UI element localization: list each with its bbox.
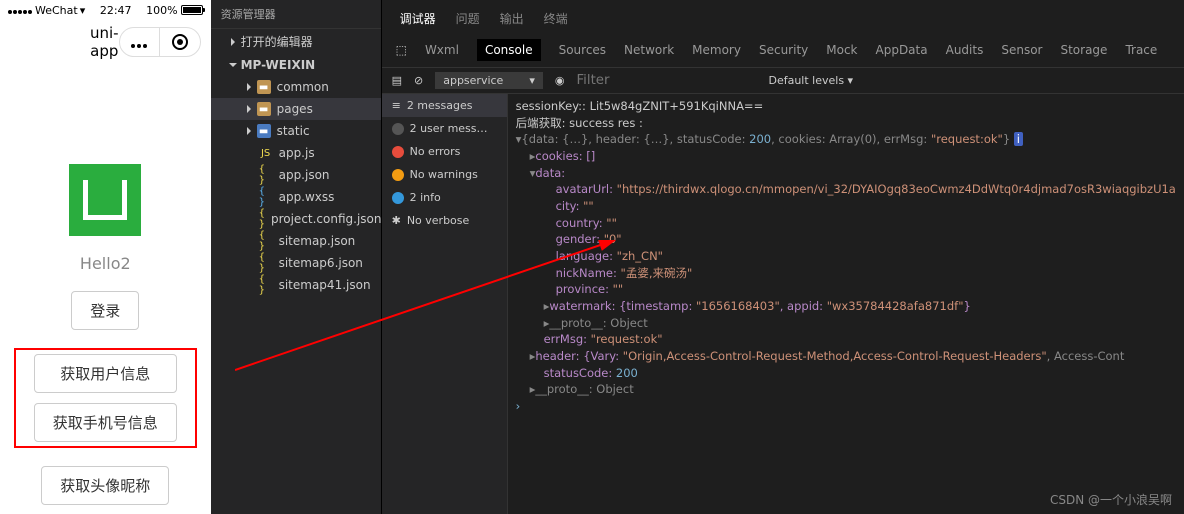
inspect-icon[interactable]: ⬚ bbox=[396, 43, 407, 57]
csdn-watermark: CSDN @一个小浪吴啊 bbox=[1050, 491, 1172, 508]
file-sitemap6[interactable]: sitemap6.json bbox=[211, 252, 381, 274]
context-selector[interactable]: appservice▾ bbox=[435, 72, 543, 89]
battery: 100% bbox=[146, 4, 202, 17]
tab-network[interactable]: Network bbox=[624, 43, 674, 57]
status-bar: WeChat ▾ 22:47 100% bbox=[0, 0, 211, 20]
capsule-close-button[interactable] bbox=[160, 28, 200, 56]
console-prompt[interactable]: › bbox=[516, 398, 1176, 415]
file-sitemap41[interactable]: sitemap41.json bbox=[211, 274, 381, 296]
get-phone-button[interactable]: 获取手机号信息 bbox=[34, 403, 177, 442]
sb-warnings[interactable]: No warnings bbox=[382, 163, 507, 186]
file-project-config[interactable]: project.config.json bbox=[211, 208, 381, 230]
log-line[interactable]: ▾data: bbox=[516, 165, 1176, 182]
tab-appdata[interactable]: AppData bbox=[876, 43, 928, 57]
sb-info[interactable]: 2 info bbox=[382, 186, 507, 209]
log-line: errMsg: "request:ok" bbox=[516, 331, 1176, 348]
title-bar: uni-app bbox=[0, 20, 211, 64]
file-app-json[interactable]: app.json bbox=[211, 164, 381, 186]
folder-static[interactable]: ▬static bbox=[211, 120, 381, 142]
battery-icon bbox=[181, 5, 203, 15]
tab-mock[interactable]: Mock bbox=[826, 43, 857, 57]
eye-icon[interactable]: ◉ bbox=[555, 74, 565, 87]
tab-terminal[interactable]: 终端 bbox=[544, 10, 568, 27]
log-line: statusCode: 200 bbox=[516, 365, 1176, 382]
log-line: country: "" bbox=[516, 215, 1176, 232]
log-line: city: "" bbox=[516, 198, 1176, 215]
project-root[interactable]: MP-WEIXIN bbox=[211, 54, 381, 76]
clear-console-icon[interactable]: ⊘ bbox=[414, 74, 423, 87]
log-line: sessionKey:: Lit5w84gZNIT+591KqiNNA== bbox=[516, 98, 1176, 115]
time-label: 22:47 bbox=[100, 4, 132, 17]
capsule bbox=[119, 27, 201, 57]
hello-label: Hello2 bbox=[80, 254, 131, 273]
devtools-secondary-tabs: ⬚ Wxml Console Sources Network Memory Se… bbox=[382, 33, 1184, 68]
tab-output[interactable]: 输出 bbox=[500, 10, 524, 27]
console-output: sessionKey:: Lit5w84gZNIT+591KqiNNA== 后端… bbox=[508, 94, 1184, 514]
app-title: uni-app bbox=[90, 24, 119, 60]
tab-debugger[interactable]: 调试器 bbox=[400, 10, 436, 27]
signal: WeChat ▾ bbox=[8, 4, 85, 17]
log-line: province: "" bbox=[516, 281, 1176, 298]
console-sidebar: ≡2 messages 2 user mess… No errors No wa… bbox=[382, 94, 508, 514]
login-button[interactable]: 登录 bbox=[71, 291, 139, 330]
phone-simulator: WeChat ▾ 22:47 100% uni-app Hello2 登录 获取… bbox=[0, 0, 211, 514]
tab-trace[interactable]: Trace bbox=[1125, 43, 1157, 57]
get-avatar-button[interactable]: 获取头像昵称 bbox=[41, 466, 169, 505]
open-editors-section[interactable]: 打开的编辑器 bbox=[211, 29, 381, 54]
tab-sources[interactable]: Sources bbox=[559, 43, 606, 57]
tab-wxml[interactable]: Wxml bbox=[425, 43, 459, 57]
devtools-primary-tabs: 调试器 问题 输出 终端 bbox=[382, 0, 1184, 33]
sb-user[interactable]: 2 user mess… bbox=[382, 117, 507, 140]
tab-memory[interactable]: Memory bbox=[692, 43, 741, 57]
log-line: gender: "0" bbox=[516, 231, 1176, 248]
log-line: 后端获取: success res : bbox=[516, 115, 1176, 132]
explorer-title: 资源管理器 bbox=[211, 0, 381, 29]
tab-console[interactable]: Console bbox=[477, 39, 541, 61]
levels-selector[interactable]: Default levels ▾ bbox=[768, 74, 853, 87]
devtools-panel: 调试器 问题 输出 终端 ⬚ Wxml Console Sources Netw… bbox=[381, 0, 1184, 514]
sb-verbose[interactable]: ✱No verbose bbox=[382, 209, 507, 232]
get-userinfo-button[interactable]: 获取用户信息 bbox=[34, 354, 177, 393]
sb-messages[interactable]: ≡2 messages bbox=[382, 94, 507, 117]
filter-input[interactable] bbox=[576, 73, 756, 88]
log-line[interactable]: ▸watermark: {timestamp: "1656168403", ap… bbox=[516, 298, 1176, 315]
console-toolbar: ▤ ⊘ appservice▾ ◉ Default levels ▾ bbox=[382, 68, 1184, 94]
log-line[interactable]: ▸__proto__: Object bbox=[516, 315, 1176, 332]
log-line[interactable]: ▾{data: {…}, header: {…}, statusCode: 20… bbox=[516, 131, 1176, 148]
sidebar-toggle-icon[interactable]: ▤ bbox=[392, 74, 402, 87]
carrier-label: WeChat bbox=[35, 4, 78, 17]
file-app-js[interactable]: JSapp.js bbox=[211, 142, 381, 164]
wifi-icon: ▾ bbox=[80, 4, 86, 17]
tab-sensor[interactable]: Sensor bbox=[1001, 43, 1042, 57]
log-line[interactable]: ▸header: {Vary: "Origin,Access-Control-R… bbox=[516, 348, 1176, 365]
log-line: avatarUrl: "https://thirdwx.qlogo.cn/mmo… bbox=[516, 181, 1176, 198]
tab-security[interactable]: Security bbox=[759, 43, 808, 57]
file-app-wxss[interactable]: app.wxss bbox=[211, 186, 381, 208]
log-line: nickName: "孟婆,来碗汤" bbox=[516, 265, 1176, 282]
sb-errors[interactable]: No errors bbox=[382, 140, 507, 163]
log-line[interactable]: ▸cookies: [] bbox=[516, 148, 1176, 165]
file-sitemap[interactable]: sitemap.json bbox=[211, 230, 381, 252]
tab-problems[interactable]: 问题 bbox=[456, 10, 480, 27]
app-body: Hello2 登录 获取用户信息 获取手机号信息 获取头像昵称 bbox=[0, 64, 211, 505]
folder-pages[interactable]: ▬pages bbox=[211, 98, 381, 120]
explorer-panel: 资源管理器 打开的编辑器 MP-WEIXIN ▬common ▬pages ▬s… bbox=[211, 0, 381, 514]
folder-common[interactable]: ▬common bbox=[211, 76, 381, 98]
tab-audits[interactable]: Audits bbox=[946, 43, 984, 57]
tab-storage[interactable]: Storage bbox=[1060, 43, 1107, 57]
capsule-menu-button[interactable] bbox=[120, 28, 160, 56]
log-line: language: "zh_CN" bbox=[516, 248, 1176, 265]
highlight-box: 获取用户信息 获取手机号信息 bbox=[14, 348, 197, 448]
uniapp-logo bbox=[69, 164, 141, 236]
log-line[interactable]: ▸__proto__: Object bbox=[516, 381, 1176, 398]
